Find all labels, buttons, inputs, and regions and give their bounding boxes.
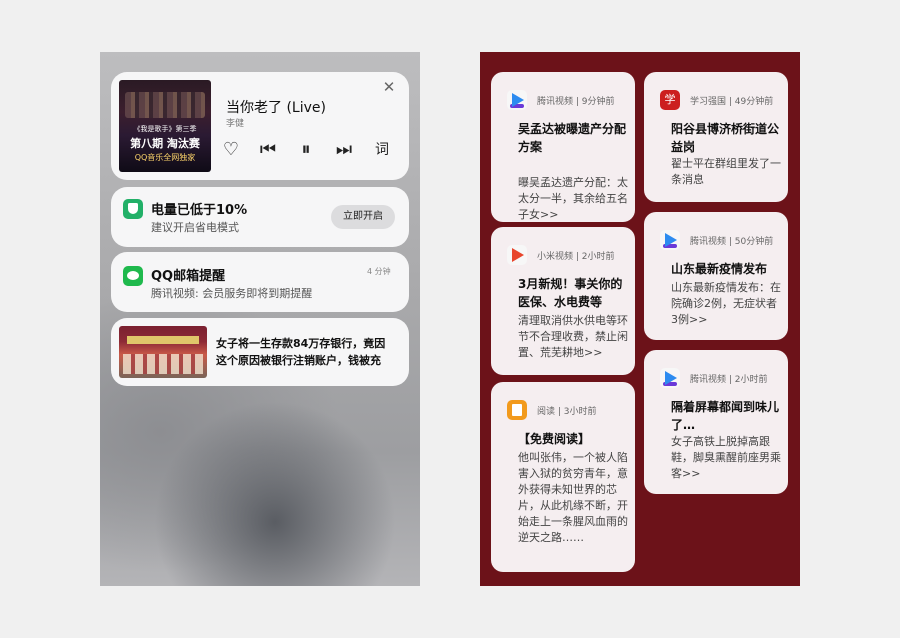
news-headline: 女子将一生存款84万存银行，竟因 这个原因被银行注销账户，钱被充 <box>216 335 402 369</box>
notification-body: 腾讯视频: 会员服务即将到期提醒 <box>151 287 313 300</box>
lyrics-button[interactable]: 词 <box>372 140 392 160</box>
card-body: 女子高铁上脱掉高跟鞋，脚臭熏醒前座男乘客>> <box>671 435 781 480</box>
news-line-2: 这个原因被银行注销账户，钱被充 <box>216 354 381 367</box>
tencent-video-icon <box>660 230 680 250</box>
card-meta: 阅读 | 3小时前 <box>537 407 597 417</box>
album-line-2: 第八期 淘汰赛 <box>130 137 200 150</box>
album-art-figures <box>125 92 205 118</box>
notification-card[interactable]: 阅读 | 3小时前 【免费阅读】 他叫张伟，一个被人陷害入狱的贫穷青年，意外获得… <box>491 382 635 572</box>
previous-track-icon[interactable]: ⏮ <box>258 140 278 160</box>
tencent-video-icon <box>660 368 680 388</box>
right-phone-screen: 腾讯视频 | 9分钟前 吴孟达被曝遗产分配方案 曝吴孟达遗产分配：太太分一半，其… <box>480 52 800 586</box>
news-line-1: 女子将一生存款84万存银行，竟因 <box>216 337 386 350</box>
notification-card[interactable]: 小米视频 | 2小时前 3月新规！事关你的医保、水电费等 清理取消供水供电等环节… <box>491 227 635 375</box>
artist-name: 李健 <box>226 119 245 129</box>
heart-icon[interactable]: ♡ <box>221 140 241 160</box>
book-icon <box>507 400 527 420</box>
card-title: 【免费阅读】 <box>518 432 591 446</box>
close-icon[interactable]: ✕ <box>382 80 396 95</box>
next-track-icon[interactable]: ⏭ <box>334 140 354 160</box>
shield-icon <box>123 199 143 219</box>
battery-notification[interactable]: 电量已低于10% 建议开启省电模式 立即开启 <box>111 187 409 247</box>
wechat-notification[interactable]: QQ邮箱提醒 腾讯视频: 会员服务即将到期提醒 4 分钟 <box>111 252 409 312</box>
card-meta: 腾讯视频 | 9分钟前 <box>537 97 615 107</box>
card-body: 翟士平在群组里发了一条消息 <box>671 157 781 186</box>
card-title: 隔着屏幕都闻到味儿了… <box>671 400 780 432</box>
card-body: 山东最新疫情发布：在院确诊2例，无症状者3例>> <box>671 281 781 326</box>
album-line-1: 《我是歌手》第三季 <box>133 125 197 133</box>
notification-card[interactable]: 学习强国 | 49分钟前 阳谷县博济桥街道公益岗 翟士平在群组里发了一条消息 <box>644 72 788 202</box>
news-thumbnail <box>119 326 207 378</box>
album-line-3: QQ音乐全网独家 <box>134 153 196 162</box>
notification-title: QQ邮箱提醒 <box>151 269 226 284</box>
notification-body: 建议开启省电模式 <box>151 221 239 234</box>
notification-time: 4 分钟 <box>367 267 391 276</box>
music-player-card[interactable]: 《我是歌手》第三季 第八期 淘汰赛 QQ音乐全网独家 当你老了 (Live) 李… <box>111 72 409 180</box>
xuexi-qiangguo-icon <box>660 90 680 110</box>
card-body: 清理取消供水供电等环节不合理收费，禁止闲置、荒芜耕地>> <box>518 314 628 359</box>
pause-icon[interactable]: ⏸ <box>296 140 316 160</box>
card-meta: 小米视频 | 2小时前 <box>537 252 615 262</box>
card-meta: 腾讯视频 | 2小时前 <box>690 375 768 385</box>
notification-card[interactable]: 腾讯视频 | 9分钟前 吴孟达被曝遗产分配方案 曝吴孟达遗产分配：太太分一半，其… <box>491 72 635 222</box>
song-title: 当你老了 (Live) <box>226 100 326 116</box>
notification-card[interactable]: 腾讯视频 | 50分钟前 山东最新疫情发布 山东最新疫情发布：在院确诊2例，无症… <box>644 212 788 340</box>
card-meta: 腾讯视频 | 50分钟前 <box>690 237 774 247</box>
enable-power-saving-button[interactable]: 立即开启 <box>331 205 395 229</box>
news-notification[interactable]: 女子将一生存款84万存银行，竟因 这个原因被银行注销账户，钱被充 <box>111 318 409 386</box>
notification-title: 电量已低于10% <box>151 203 248 218</box>
left-phone-screen: 《我是歌手》第三季 第八期 淘汰赛 QQ音乐全网独家 当你老了 (Live) 李… <box>100 52 420 586</box>
card-title: 山东最新疫情发布 <box>671 262 768 276</box>
xiaomi-video-icon <box>507 245 527 265</box>
notification-card[interactable]: 腾讯视频 | 2小时前 隔着屏幕都闻到味儿了… 女子高铁上脱掉高跟鞋，脚臭熏醒前… <box>644 350 788 494</box>
card-meta: 学习强国 | 49分钟前 <box>690 97 774 107</box>
card-title: 阳谷县博济桥街道公益岗 <box>671 122 780 154</box>
card-body: 他叫张伟，一个被人陷害入狱的贫穷青年，意外获得未知世界的芯片，从此机缘不断，开始… <box>518 451 628 544</box>
card-title: 吴孟达被曝遗产分配方案 <box>518 122 627 154</box>
card-title: 3月新规！事关你的医保、水电费等 <box>518 277 623 309</box>
card-body: 曝吴孟达遗产分配：太太分一半，其余给五名子女>> <box>518 176 628 221</box>
album-cover: 《我是歌手》第三季 第八期 淘汰赛 QQ音乐全网独家 <box>119 80 211 172</box>
wechat-icon <box>123 266 143 286</box>
tencent-video-icon <box>507 90 527 110</box>
